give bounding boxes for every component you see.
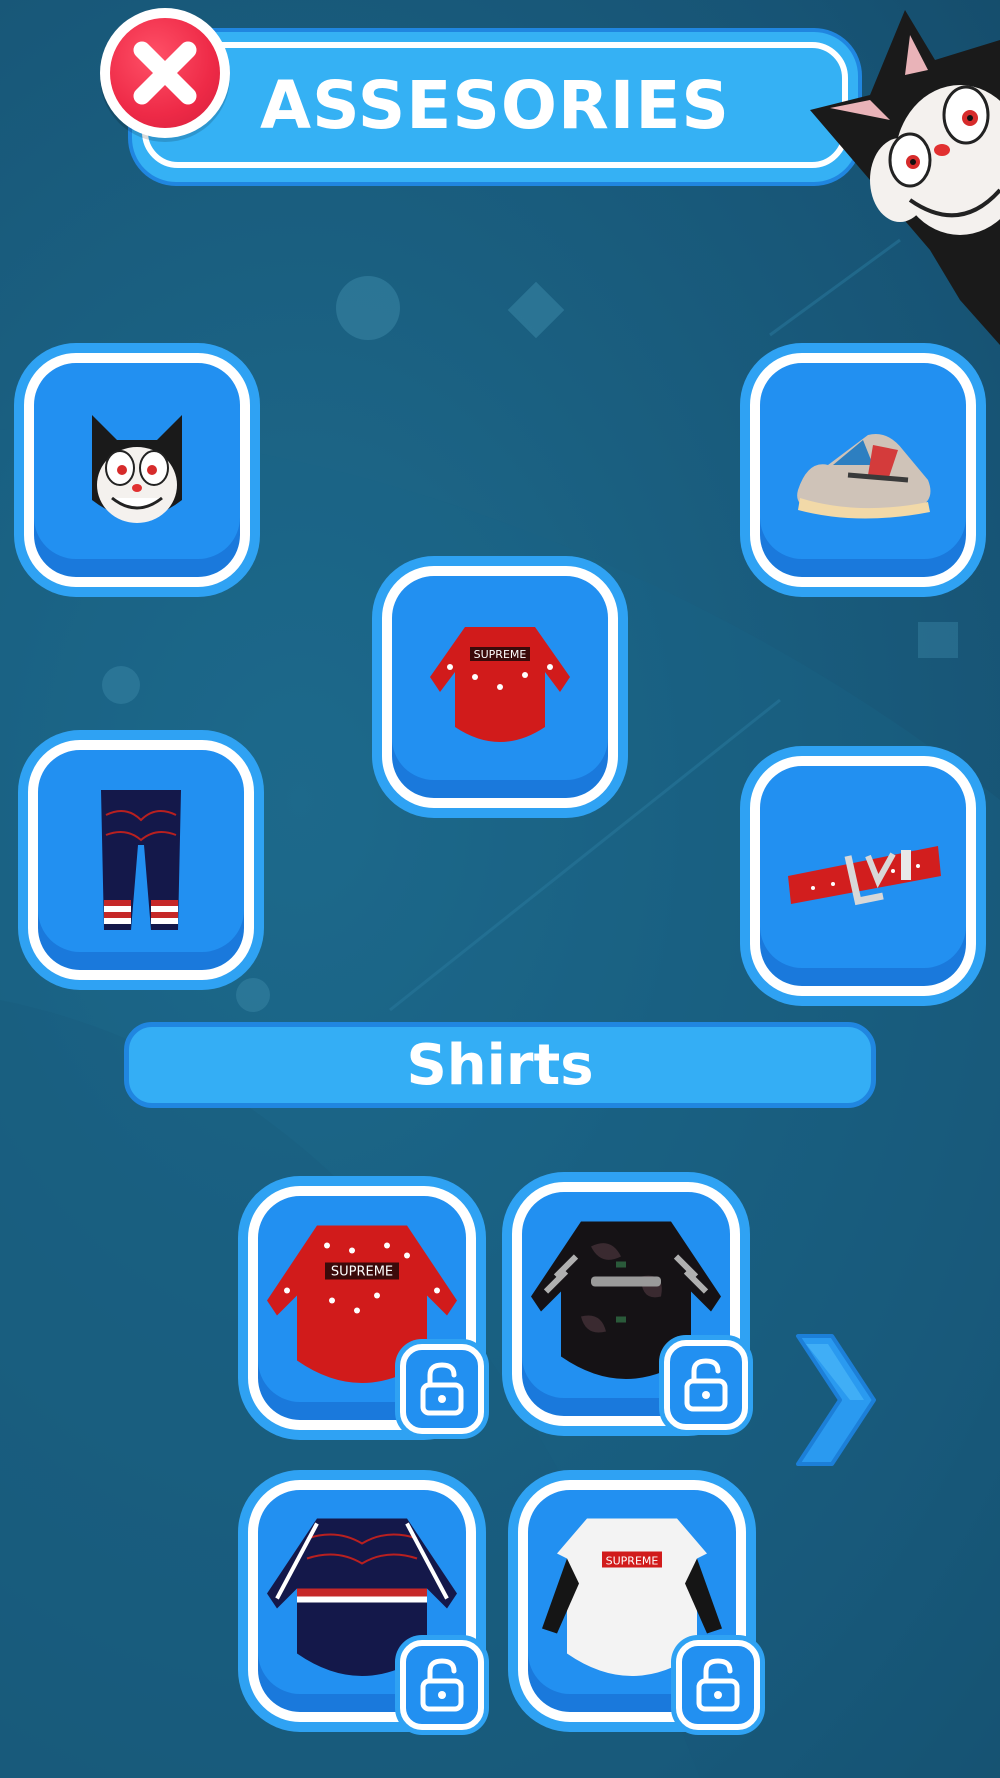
title-frame: ASSESORIES xyxy=(142,42,848,168)
shirt-print-text: SUPREME xyxy=(331,1265,393,1280)
red-belt-icon xyxy=(788,846,941,906)
equipped-slot-head[interactable] xyxy=(24,353,250,587)
red-supreme-shirt-icon: SUPREME xyxy=(430,627,570,742)
shirt-item-navy-striped[interactable] xyxy=(248,1480,484,1730)
black-cat-mascot xyxy=(810,10,1000,345)
close-button[interactable] xyxy=(100,8,230,138)
lock-badge[interactable] xyxy=(400,1344,484,1434)
chevron-right-icon[interactable] xyxy=(790,1330,880,1470)
shirt-item-black-camo[interactable] xyxy=(512,1182,748,1430)
lock-badge[interactable] xyxy=(664,1340,748,1430)
unlock-icon xyxy=(420,1362,464,1416)
shirt-item-red-supreme[interactable]: SUPREME xyxy=(248,1186,484,1434)
unlock-icon xyxy=(696,1658,740,1712)
equipped-slot-belt[interactable] xyxy=(750,756,976,996)
equipped-slot-shoes[interactable] xyxy=(750,353,976,587)
lock-badge[interactable] xyxy=(400,1640,484,1730)
lock-badge[interactable] xyxy=(676,1640,760,1730)
cat-mask-icon xyxy=(92,415,182,523)
title-banner: ASSESORIES xyxy=(128,28,862,186)
shirt-item-white-supreme[interactable]: SUPREME xyxy=(518,1480,760,1730)
unlock-icon xyxy=(420,1658,464,1712)
unlock-icon xyxy=(684,1358,728,1412)
equipped-slot-pants[interactable] xyxy=(28,740,254,980)
shirt-print-text: SUPREME xyxy=(606,1555,659,1568)
striped-pants-icon xyxy=(101,790,181,930)
close-button-face[interactable] xyxy=(110,18,220,128)
shirt-print-text: SUPREME xyxy=(474,648,527,661)
close-x-icon xyxy=(133,41,197,105)
section-title: Shirts xyxy=(406,1032,594,1098)
sneaker-icon xyxy=(797,434,931,519)
section-header: Shirts xyxy=(124,1022,876,1108)
page-title: ASSESORIES xyxy=(260,66,730,144)
equipped-slot-shirt[interactable]: SUPREME xyxy=(382,566,618,808)
